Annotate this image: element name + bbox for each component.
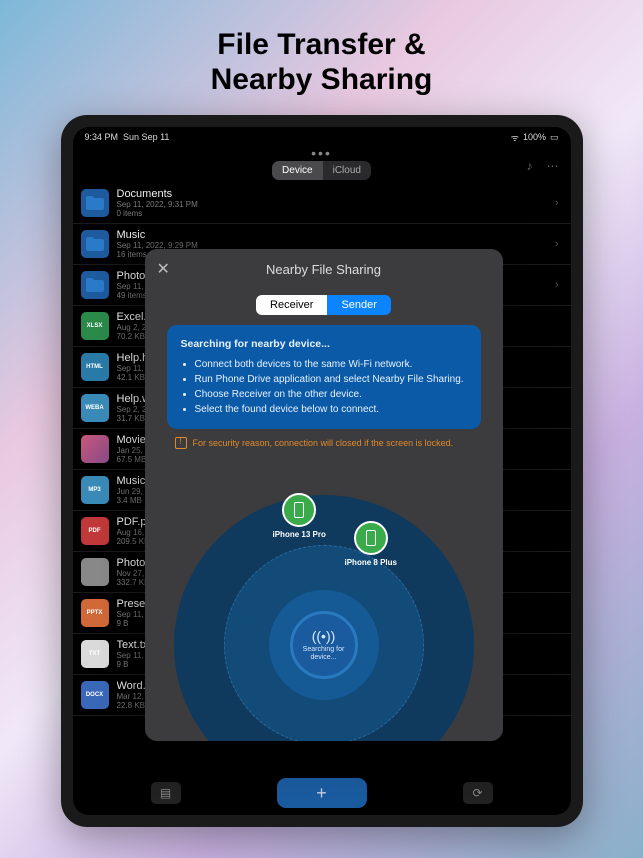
file-icon: XLSX <box>81 312 109 340</box>
status-date: Sun Sep 11 <box>123 132 169 142</box>
screen: 9:34 PM Sun Sep 11 ᯤ 100% ▭ ••• Device i… <box>73 127 571 815</box>
phone-icon <box>354 521 388 555</box>
warning-icon: ! <box>175 437 187 449</box>
tab-device[interactable]: Device <box>272 161 323 180</box>
close-icon[interactable]: ✕ <box>157 259 170 279</box>
tablet-frame: 9:34 PM Sun Sep 11 ᯤ 100% ▭ ••• Device i… <box>61 115 583 827</box>
signal-icon: ((•)) <box>312 628 336 644</box>
folder-icon <box>81 230 109 258</box>
status-time: 9:34 PM <box>85 132 119 142</box>
chevron-right-icon: › <box>555 279 559 291</box>
sync-icon[interactable]: ⟳ <box>463 782 493 804</box>
add-button[interactable]: + <box>277 778 367 808</box>
storage-segmented-control[interactable]: Device iCloud <box>272 161 371 180</box>
tab-receiver[interactable]: Receiver <box>256 295 327 315</box>
tip-item: Run Phone Drive application and select N… <box>195 372 467 387</box>
info-header: Searching for nearby device... <box>181 337 467 353</box>
music-icon[interactable]: ♪ <box>527 159 533 173</box>
file-icon: PPTX <box>81 599 109 627</box>
list-icon[interactable]: ▤ <box>151 782 181 804</box>
found-device[interactable]: iPhone 8 Plus <box>345 521 397 567</box>
security-warning: ! For security reason, connection will c… <box>175 437 473 449</box>
status-bar: 9:34 PM Sun Sep 11 ᯤ 100% ▭ <box>73 127 571 147</box>
marketing-headline: File Transfer & Nearby Sharing <box>211 0 433 115</box>
battery-pct: 100% <box>523 132 546 142</box>
file-row[interactable]: DocumentsSep 11, 2022, 9:31 PM0 items › <box>73 183 571 224</box>
folder-icon <box>81 271 109 299</box>
chevron-right-icon: › <box>555 197 559 209</box>
more-icon[interactable]: ••• <box>311 145 332 161</box>
tip-item: Connect both devices to the same Wi-Fi n… <box>195 357 467 372</box>
chevron-right-icon: › <box>555 238 559 250</box>
file-size: 0 items <box>117 209 198 218</box>
wifi-icon: ᯤ <box>511 131 519 144</box>
nearby-sharing-modal: ✕ Nearby File Sharing Receiver Sender Se… <box>145 249 503 741</box>
file-icon <box>81 558 109 586</box>
file-icon: DOCX <box>81 681 109 709</box>
file-icon: TXT <box>81 640 109 668</box>
overflow-icon[interactable]: ⋯ <box>547 159 559 173</box>
phone-icon <box>282 493 316 527</box>
found-device[interactable]: iPhone 13 Pro <box>273 493 326 539</box>
top-bar: ••• Device iCloud ♪ ⋯ <box>73 147 571 183</box>
file-icon: PDF <box>81 517 109 545</box>
file-name: Music <box>117 229 198 241</box>
tip-item: Choose Receiver on the other device. <box>195 387 467 402</box>
file-date: Sep 11, 2022, 9:31 PM <box>117 200 198 209</box>
tab-sender[interactable]: Sender <box>327 295 390 315</box>
searching-hub: ((•)) Searching for device... <box>290 611 358 679</box>
folder-icon <box>81 189 109 217</box>
bottom-bar: ▤ + ⟳ <box>73 771 571 815</box>
radar-view: iPhone 13 Pro iPhone 8 Plus ((•)) Search… <box>145 455 503 741</box>
role-segmented-control[interactable]: Receiver Sender <box>256 295 391 315</box>
tab-icloud[interactable]: iCloud <box>323 161 371 180</box>
tip-item: Select the found device below to connect… <box>195 402 467 417</box>
modal-title: Nearby File Sharing <box>266 262 381 277</box>
file-name: Documents <box>117 188 198 200</box>
file-icon: MP3 <box>81 476 109 504</box>
file-icon: WEBA <box>81 394 109 422</box>
info-box: Searching for nearby device... Connect b… <box>167 325 481 429</box>
battery-icon: ▭ <box>550 132 559 143</box>
file-icon <box>81 435 109 463</box>
file-icon: HTML <box>81 353 109 381</box>
